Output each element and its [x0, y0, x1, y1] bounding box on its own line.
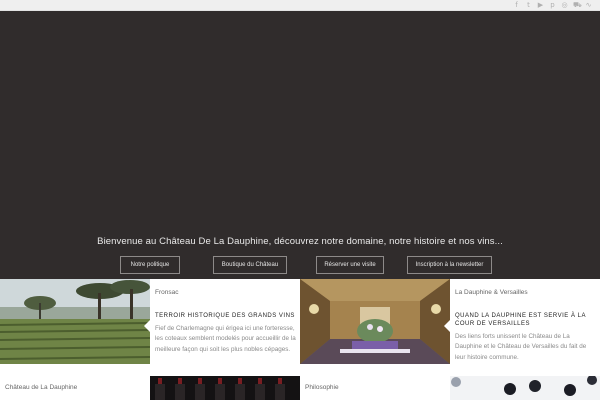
tile-title[interactable]: TERROIR HISTORIQUE DES GRANDS VINS	[155, 312, 297, 320]
rss-icon[interactable]: ∿	[585, 1, 592, 10]
grapes-image[interactable]	[450, 376, 600, 400]
youtube-icon[interactable]: ▶	[537, 1, 544, 10]
hero-banner: Bienvenue au Château De La Dauphine, déc…	[0, 11, 600, 279]
top-bar: f t ▶ p ◎ ⛟ ∿	[0, 0, 600, 11]
newsletter-button[interactable]: Inscription à la newsletter	[407, 256, 492, 274]
tile-arrow	[444, 320, 450, 332]
pinterest-icon[interactable]: p	[549, 1, 556, 10]
tile-category: Philosophie	[305, 384, 339, 391]
tile-fronsac[interactable]: Fronsac TERROIR HISTORIQUE DES GRANDS VI…	[144, 279, 300, 376]
vineyard-image[interactable]	[0, 279, 150, 364]
boutique-button[interactable]: Boutique du Château	[213, 256, 287, 274]
reserver-visite-button[interactable]: Réserver une visite	[316, 256, 384, 274]
cart-icon[interactable]: ⛟	[573, 1, 582, 10]
notre-politique-button[interactable]: Notre politique	[120, 256, 180, 274]
versailles-gallery-image[interactable]	[300, 279, 450, 364]
twitter-icon[interactable]: t	[525, 1, 532, 10]
hero-title: Bienvenue au Château De La Dauphine, déc…	[97, 236, 503, 247]
tile-philosophie[interactable]: Philosophie	[300, 376, 450, 400]
tile-category: Fronsac	[155, 289, 179, 296]
tile-arrow	[144, 320, 150, 332]
facebook-icon[interactable]: f	[513, 1, 520, 10]
tile-category: La Dauphine & Versailles	[455, 289, 528, 296]
wine-bottles-image[interactable]	[150, 376, 300, 400]
tile-title[interactable]: QUAND LA DAUPHINE EST SERVIE À LA COUR D…	[455, 312, 597, 328]
instagram-icon[interactable]: ◎	[561, 1, 568, 10]
tile-chateau[interactable]: Château de La Dauphine	[0, 376, 150, 400]
tile-description: Fief de Charlemagne qui érigea ici une f…	[155, 325, 296, 353]
social-links: f t ▶ p ◎ ⛟ ∿	[513, 1, 592, 10]
tile-description: Des liens forts unissent le Château de L…	[455, 333, 587, 361]
tile-category: Château de La Dauphine	[5, 384, 78, 391]
tile-versailles[interactable]: La Dauphine & Versailles QUAND LA DAUPHI…	[444, 279, 600, 376]
